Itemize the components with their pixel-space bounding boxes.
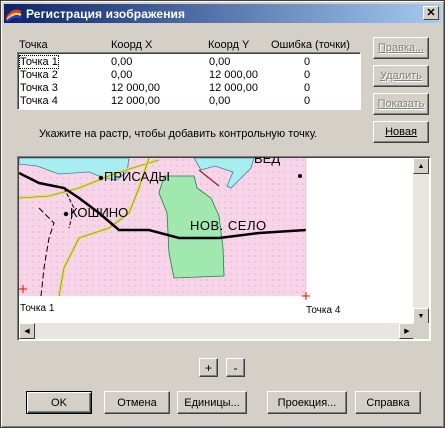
app-icon bbox=[6, 6, 22, 22]
edit-button[interactable]: Правка... bbox=[373, 37, 429, 59]
units-button[interactable]: Единицы... bbox=[177, 391, 247, 414]
zoom-out-button[interactable]: - bbox=[226, 358, 245, 377]
window-title: Регистрация изображения bbox=[26, 6, 186, 21]
header-y[interactable]: Коорд Y bbox=[208, 39, 249, 51]
map-label-nov-selo: НОВ. СЕЛО bbox=[190, 218, 267, 233]
settlement-dot bbox=[298, 174, 302, 178]
table-row[interactable]: Точка 2 0,00 12 000,00 0 bbox=[18, 69, 358, 82]
cell-y: 0,00 bbox=[209, 95, 231, 107]
scroll-down-button[interactable]: ▼ bbox=[413, 308, 429, 324]
registration-dialog: Регистрация изображения ✕ Точка Коорд X … bbox=[0, 0, 445, 428]
projection-button[interactable]: Проекция... bbox=[267, 391, 347, 414]
table-row[interactable]: Точка 3 12 000,00 12 000,00 0 bbox=[18, 82, 358, 95]
arrow-left-icon: ◀ bbox=[24, 327, 30, 335]
raster-view[interactable]: ПРИСАДЫ КОШИНО НОВ. СЕЛО ВЕД Точка 1 Точ… bbox=[17, 156, 431, 341]
cell-name: Точка 2 bbox=[20, 69, 58, 81]
point-label-1: Точка 1 bbox=[20, 303, 55, 314]
scroll-left-button[interactable]: ◀ bbox=[19, 323, 35, 339]
scroll-corner bbox=[413, 323, 429, 339]
header-point[interactable]: Точка bbox=[19, 39, 48, 51]
cell-name: Точка 1 bbox=[19, 55, 59, 69]
arrow-down-icon: ▼ bbox=[417, 312, 425, 320]
cell-error: 0 bbox=[304, 82, 311, 94]
horizontal-scrollbar[interactable]: ◀ ▶ bbox=[19, 323, 415, 339]
new-button[interactable]: Новая bbox=[373, 121, 429, 143]
cell-error: 0 bbox=[304, 56, 311, 68]
vertical-scrollbar[interactable]: ▲ ▼ bbox=[413, 158, 429, 324]
help-button[interactable]: Справка bbox=[355, 391, 421, 414]
header-error[interactable]: Ошибка (точки) bbox=[271, 39, 350, 51]
table-headers: Точка Коорд X Коорд Y Ошибка (точки) bbox=[1, 39, 361, 53]
cell-error: 0 bbox=[304, 69, 311, 81]
table-row[interactable]: Точка 1 0,00 0,00 0 bbox=[18, 55, 358, 69]
arrow-up-icon: ▲ bbox=[417, 162, 425, 170]
raster-image[interactable] bbox=[19, 158, 415, 324]
table-row[interactable]: Точка 4 12 000,00 0,00 0 bbox=[18, 95, 358, 108]
delete-button[interactable]: Удалить bbox=[373, 65, 429, 87]
hint-text: Укажите на растр, чтобы добавить контрол… bbox=[39, 128, 318, 140]
ok-button[interactable]: OK bbox=[26, 391, 92, 414]
cell-y: 12 000,00 bbox=[209, 82, 258, 94]
show-button[interactable]: Показать bbox=[373, 93, 429, 115]
settlement-dot bbox=[63, 211, 69, 217]
map-label-top: ВЕД bbox=[254, 156, 281, 166]
zoom-in-button[interactable]: + bbox=[199, 358, 218, 377]
scroll-up-button[interactable]: ▲ bbox=[413, 158, 429, 174]
cell-name: Точка 3 bbox=[20, 82, 58, 94]
cell-x: 12 000,00 bbox=[111, 82, 160, 94]
map-label-prisady: ПРИСАДЫ bbox=[104, 169, 170, 184]
arrow-right-icon: ▶ bbox=[404, 327, 410, 335]
header-x[interactable]: Коорд X bbox=[111, 39, 152, 51]
title-bar[interactable]: Регистрация изображения ✕ bbox=[4, 4, 441, 23]
points-list[interactable]: Точка 1 0,00 0,00 0 Точка 2 0,00 12 000,… bbox=[17, 52, 361, 110]
cancel-button[interactable]: Отмена bbox=[104, 391, 170, 414]
cell-y: 12 000,00 bbox=[209, 69, 258, 81]
cell-x: 12 000,00 bbox=[111, 95, 160, 107]
cell-y: 0,00 bbox=[209, 56, 231, 68]
cell-error: 0 bbox=[304, 95, 311, 107]
cell-name: Точка 4 bbox=[20, 95, 58, 107]
close-button[interactable]: ✕ bbox=[423, 6, 439, 20]
cell-x: 0,00 bbox=[111, 69, 133, 81]
point-label-4: Точка 4 bbox=[306, 305, 341, 316]
settlement-dot bbox=[98, 175, 104, 181]
close-icon: ✕ bbox=[426, 6, 436, 19]
cell-x: 0,00 bbox=[111, 56, 133, 68]
map-label-koshino: КОШИНО bbox=[70, 205, 129, 220]
